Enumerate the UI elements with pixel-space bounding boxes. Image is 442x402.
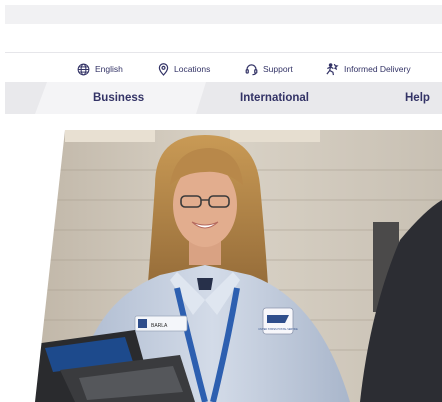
headset-icon (245, 63, 258, 76)
tab-business[interactable]: Business (93, 82, 144, 114)
informed-delivery-link[interactable]: Informed Delivery (325, 59, 411, 79)
informed-delivery-icon (325, 62, 339, 76)
name-badge: BARLA (151, 323, 168, 329)
location-pin-icon (158, 62, 169, 76)
language-link[interactable]: English (77, 59, 123, 79)
main-nav: Business International Help (5, 82, 442, 114)
support-label: Support (263, 64, 293, 74)
hero-image: BARLA UNITED STATES POSTAL SERVICE (5, 130, 442, 402)
informed-delivery-label: Informed Delivery (344, 64, 411, 74)
locations-label: Locations (174, 64, 211, 74)
language-label: English (95, 64, 123, 74)
tab-international[interactable]: International (240, 82, 309, 114)
top-banner (5, 5, 442, 24)
globe-icon (77, 63, 90, 76)
nav-divider (190, 82, 206, 114)
header-divider (5, 52, 442, 53)
support-link[interactable]: Support (245, 59, 293, 79)
locations-link[interactable]: Locations (158, 59, 210, 79)
utility-nav: English Locations Support Informed Deliv… (0, 59, 442, 79)
usps-patch: UNITED STATES POSTAL SERVICE (258, 328, 298, 331)
tab-help[interactable]: Help (405, 82, 430, 114)
